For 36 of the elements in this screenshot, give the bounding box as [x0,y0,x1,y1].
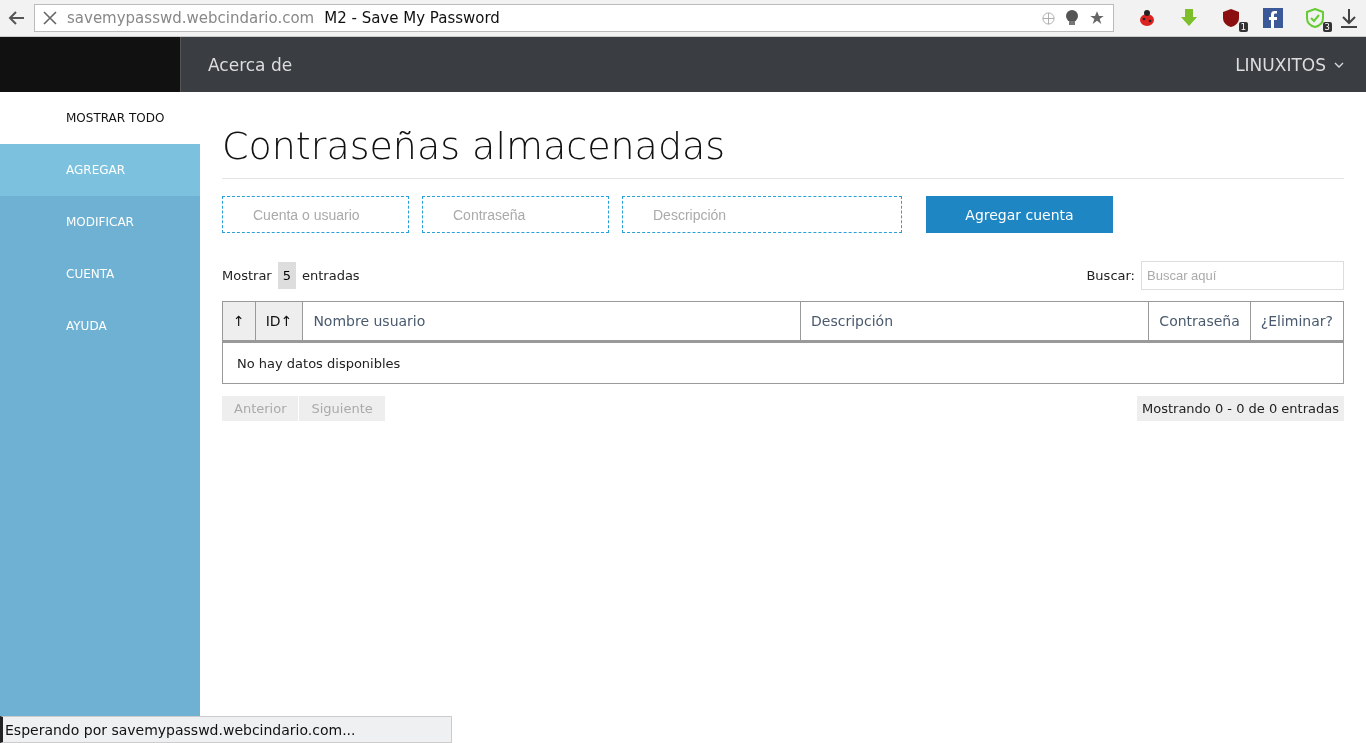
about-link[interactable]: Acerca de [208,54,1236,75]
show-label: Mostrar [222,268,272,283]
url-host: savemypasswd.webcindario.com [67,9,315,27]
download-icon[interactable] [1340,8,1358,28]
column-header[interactable]: ↑ [222,301,256,342]
input-field[interactable]: Cuenta o usuario [222,196,409,233]
back-icon[interactable] [8,9,26,27]
badge-count: 3 [1322,22,1332,32]
column-header[interactable]: Contraseña [1148,301,1251,342]
search-field[interactable]: Buscar aquí [1141,261,1344,290]
column-header[interactable]: Descripción [800,301,1149,342]
entries-info: Mostrando 0 - 0 de 0 entradas [1137,396,1344,421]
close-icon[interactable] [43,11,57,25]
search-label: Buscar: [1086,268,1135,283]
star-icon[interactable] [1089,10,1105,26]
input-field[interactable]: Descripción [622,196,902,233]
page-heading: Contraseñas almacenadas [222,124,1344,179]
ladybug-icon[interactable] [1137,8,1157,28]
status-bar: Esperando por savemypasswd.webcindario.com... [0,716,452,743]
column-header[interactable]: ID↑ [255,301,303,342]
badge-count: 1 [1238,22,1248,32]
lightbulb-icon[interactable] [1065,9,1079,27]
check-shield-icon[interactable] [1306,8,1324,28]
input-field[interactable]: Contraseña [422,196,609,233]
shield-icon[interactable] [1222,8,1240,28]
empty-message: No hay datos disponibles [222,341,1344,384]
chevron-down-icon [1334,61,1344,68]
column-header[interactable]: Nombre usuario [302,301,801,342]
add-account-button[interactable]: Agregar cuenta [926,196,1113,233]
entries-label: entradas [302,268,360,283]
length-select[interactable]: 5 [277,262,296,289]
facebook-icon[interactable] [1263,8,1283,28]
address-bar[interactable]: savemypasswd.webcindario.com M2 - Save My Password [34,4,1114,32]
page-title: M2 - Save My Password [324,9,500,27]
column-header[interactable]: ¿Eliminar? [1250,301,1344,342]
user-menu[interactable]: LINUXITOS [1235,54,1344,75]
